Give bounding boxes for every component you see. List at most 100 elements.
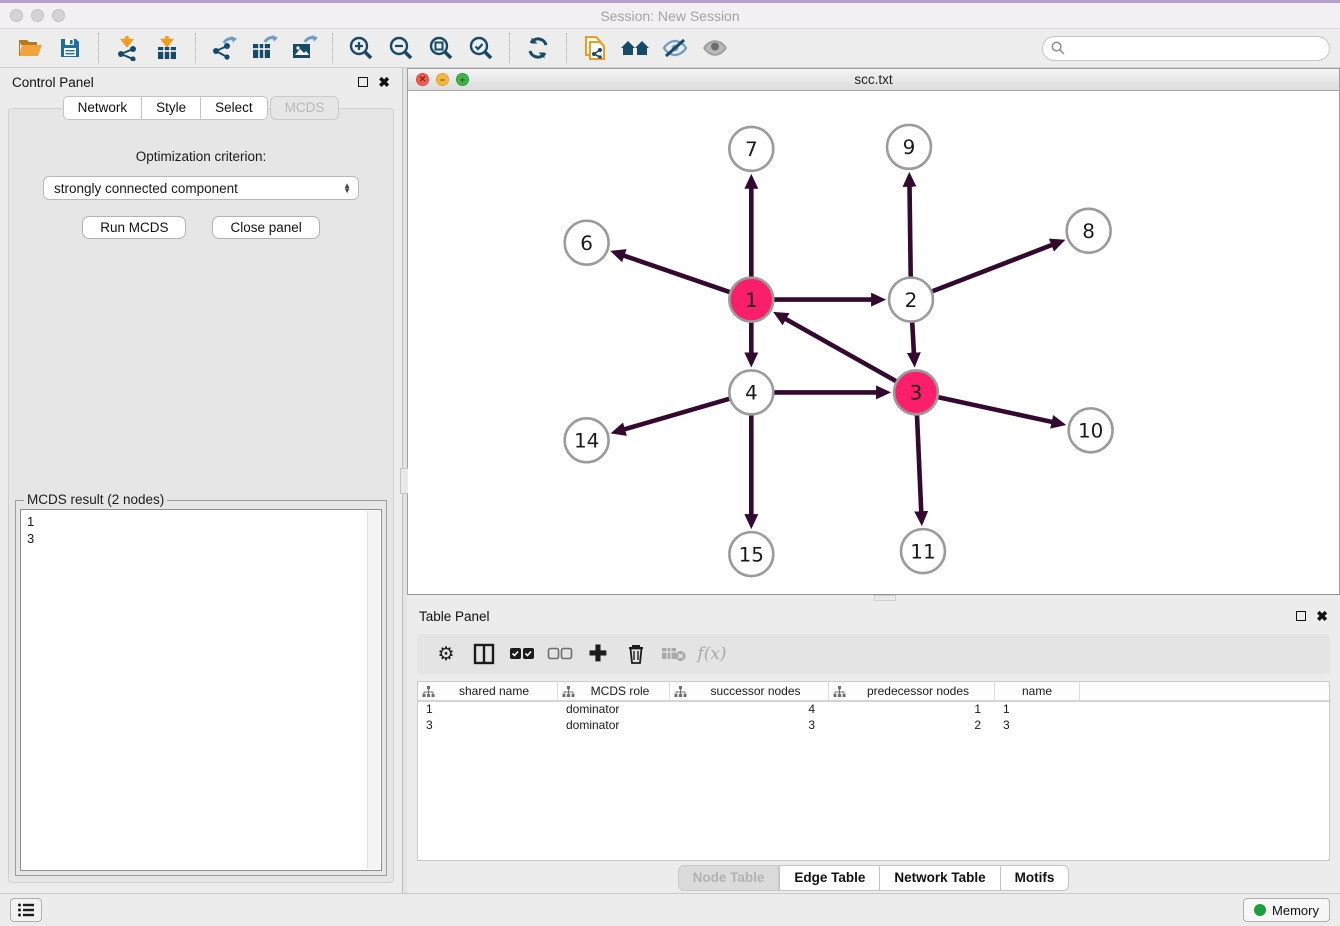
tab-style[interactable]: Style (141, 96, 200, 120)
hide-eye-icon[interactable] (657, 32, 693, 64)
graph-node-11[interactable]: 11 (901, 529, 945, 573)
cell-predecessor-nodes[interactable]: 2 (829, 718, 995, 734)
tab-network[interactable]: Network (63, 96, 142, 120)
cell-shared-name[interactable]: 3 (418, 718, 558, 734)
graph-node-4[interactable]: 4 (729, 370, 773, 414)
open-session-icon[interactable] (12, 32, 48, 64)
delete-table-icon[interactable] (657, 639, 691, 669)
float-panel-icon[interactable] (358, 77, 368, 87)
export-image-icon[interactable] (286, 32, 322, 64)
window-title: Session: New Session (0, 8, 1340, 24)
zoom-selected-icon[interactable] (463, 32, 499, 64)
column-header-name[interactable]: name (995, 682, 1080, 700)
network-canvas[interactable]: 7 9 6 8 1 2 4 3 14 10 15 11 (408, 91, 1339, 594)
export-network-icon[interactable] (206, 32, 242, 64)
control-panel: Control Panel ✖ NetworkStyleSelectMCDS O… (0, 68, 402, 893)
close-table-panel-icon[interactable]: ✖ (1316, 611, 1328, 621)
columns-icon[interactable] (467, 639, 501, 669)
result-scrollbar[interactable] (367, 511, 380, 869)
edge-4-14[interactable] (624, 399, 729, 430)
svg-text:2: 2 (905, 288, 918, 312)
import-table-icon[interactable] (149, 32, 185, 64)
result-item[interactable]: 1 (27, 513, 381, 530)
memory-label: Memory (1272, 903, 1319, 918)
svg-text:1: 1 (745, 288, 758, 312)
cell-shared-name[interactable]: 1 (418, 702, 558, 718)
tab-node-table[interactable]: Node Table (678, 865, 780, 891)
edge-2-3[interactable] (912, 323, 914, 354)
function-builder-icon[interactable]: f(x) (695, 639, 729, 669)
search-input[interactable] (1070, 41, 1321, 56)
task-history-icon[interactable] (10, 898, 42, 922)
home-icon[interactable] (617, 32, 653, 64)
add-icon[interactable]: ✚ (581, 639, 615, 669)
graph-node-9[interactable]: 9 (887, 125, 931, 169)
column-header-predecessor-nodes[interactable]: predecessor nodes (829, 682, 995, 700)
edge-2-8[interactable] (932, 245, 1052, 291)
panel-splitter[interactable] (402, 68, 407, 893)
svg-text:8: 8 (1082, 219, 1095, 243)
table-row[interactable]: 3dominator323 (418, 718, 1329, 734)
graph-node-10[interactable]: 10 (1069, 408, 1113, 452)
graph-node-15[interactable]: 15 (729, 532, 773, 576)
network-graph[interactable]: 7 9 6 8 1 2 4 3 14 10 15 11 (408, 91, 1339, 594)
table-splitter-grip[interactable] (874, 595, 896, 601)
graph-node-2[interactable]: 2 (889, 278, 933, 322)
graph-node-7[interactable]: 7 (729, 127, 773, 171)
float-table-panel-icon[interactable] (1296, 611, 1306, 621)
mcds-result-list[interactable]: 13 (20, 509, 382, 871)
table-splitter[interactable] (407, 595, 1340, 602)
zoom-fit-icon[interactable] (423, 32, 459, 64)
close-panel-button[interactable]: Close panel (212, 216, 319, 239)
select-all-icon[interactable] (505, 639, 539, 669)
zoom-out-icon[interactable] (383, 32, 419, 64)
control-panel-tabs: NetworkStyleSelectMCDS (0, 96, 402, 120)
node-table[interactable]: shared nameMCDS rolesuccessor nodesprede… (417, 681, 1330, 861)
import-network-icon[interactable] (109, 32, 145, 64)
graph-node-6[interactable]: 6 (565, 221, 609, 265)
tab-mcds[interactable]: MCDS (270, 96, 340, 120)
refresh-icon[interactable] (520, 32, 556, 64)
cell-name[interactable]: 3 (995, 718, 1080, 734)
optimization-select[interactable]: strongly connected component ▲▼ (43, 176, 359, 200)
graph-node-3[interactable]: 3 (894, 370, 938, 414)
memory-button[interactable]: Memory (1243, 898, 1330, 922)
edge-2-9[interactable] (910, 186, 911, 277)
clone-network-icon[interactable] (577, 32, 613, 64)
edge-3-10[interactable] (938, 397, 1052, 422)
graph-node-14[interactable]: 14 (565, 418, 609, 462)
optimization-select-value: strongly connected component (54, 181, 238, 196)
tab-edge-table[interactable]: Edge Table (779, 865, 879, 891)
search-box (1042, 36, 1330, 61)
cell-successor-nodes[interactable]: 4 (670, 702, 829, 718)
zoom-in-icon[interactable] (343, 32, 379, 64)
tab-motifs[interactable]: Motifs (1000, 865, 1070, 891)
show-eye-icon[interactable] (697, 32, 733, 64)
column-header-mcds-role[interactable]: MCDS role (558, 682, 670, 700)
deselect-all-icon[interactable] (543, 639, 577, 669)
edge-3-1[interactable] (785, 319, 896, 381)
run-mcds-button[interactable]: Run MCDS (82, 216, 186, 239)
svg-text:4: 4 (745, 381, 758, 405)
cell-name[interactable]: 1 (995, 702, 1080, 718)
column-header-shared-name[interactable]: shared name (418, 682, 558, 700)
cell-successor-nodes[interactable]: 3 (670, 718, 829, 734)
cell-predecessor-nodes[interactable]: 1 (829, 702, 995, 718)
export-table-icon[interactable] (246, 32, 282, 64)
table-row[interactable]: 1dominator411 (418, 702, 1329, 718)
close-panel-icon[interactable]: ✖ (378, 77, 390, 87)
cell-mcds-role[interactable]: dominator (558, 718, 670, 734)
gear-icon[interactable]: ⚙ (429, 639, 463, 669)
cell-mcds-role[interactable]: dominator (558, 702, 670, 718)
column-header-successor-nodes[interactable]: successor nodes (670, 682, 829, 700)
tab-network-table[interactable]: Network Table (879, 865, 999, 891)
result-item[interactable]: 3 (27, 530, 381, 547)
tab-select[interactable]: Select (200, 96, 268, 120)
edge-1-6[interactable] (623, 255, 729, 292)
save-session-icon[interactable] (52, 32, 88, 64)
edge-3-11[interactable] (917, 415, 921, 512)
graph-node-1[interactable]: 1 (729, 278, 773, 322)
table-panel-title: Table Panel (419, 609, 490, 624)
delete-icon[interactable] (619, 639, 653, 669)
graph-node-8[interactable]: 8 (1067, 209, 1111, 253)
